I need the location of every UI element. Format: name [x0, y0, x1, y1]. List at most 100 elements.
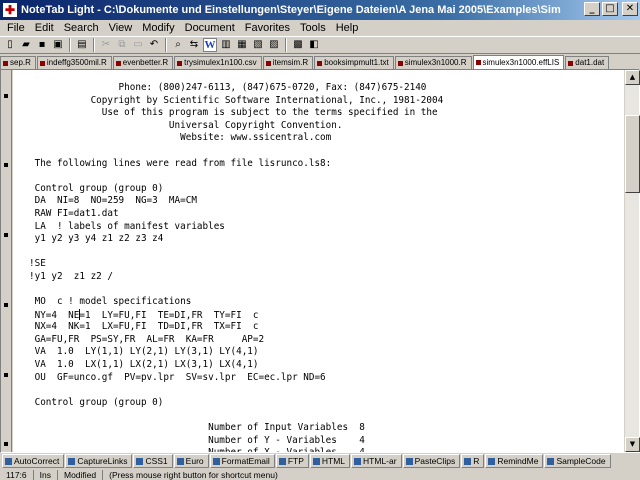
vertical-scrollbar[interactable]: ▲ ▼: [624, 70, 640, 452]
outline-icon[interactable]: ▦: [235, 38, 249, 52]
tab-document[interactable]: simulex3n1000.R: [394, 56, 472, 69]
clipbook-autocorrect[interactable]: AutoCorrect: [2, 454, 65, 468]
clipbook-label: CaptureLinks: [77, 456, 128, 466]
code-line[interactable]: Website: www.ssicentral.com: [29, 132, 625, 145]
clipbook-capturelinks[interactable]: CaptureLinks: [65, 454, 133, 468]
code-line[interactable]: OU GF=unco.gf PV=pv.lpr SV=sv.lpr EC=ec.…: [29, 372, 625, 385]
code-line[interactable]: DA NI=8 NO=259 NG=3 MA=CM: [29, 195, 625, 208]
menu-view[interactable]: View: [104, 21, 138, 35]
undo-icon[interactable]: ↶: [147, 38, 161, 52]
clipbook-label: SampleCode: [556, 456, 606, 466]
menu-tools[interactable]: Tools: [295, 21, 331, 35]
scroll-down-icon[interactable]: ▼: [625, 437, 640, 452]
code-line[interactable]: Copyright by Scientific Software Interna…: [29, 95, 625, 108]
clipbook-pasteclips[interactable]: PasteClips: [402, 454, 461, 468]
code-line[interactable]: LA ! labels of manifest variables: [29, 221, 625, 234]
menu-bar: File Edit Search View Modify Document Fa…: [0, 20, 640, 36]
copy-icon[interactable]: ⧉: [115, 38, 129, 52]
clipbook-html[interactable]: HTML: [309, 454, 351, 468]
clip-icon[interactable]: ▩: [291, 38, 305, 52]
code-line[interactable]: MO c ! model specifications: [29, 296, 625, 309]
tab-document[interactable]: trysimulex1n100.csv: [174, 56, 262, 69]
clipbook-r[interactable]: R: [461, 454, 485, 468]
html-icon[interactable]: ▧: [251, 38, 265, 52]
clipbook-euro[interactable]: Euro: [173, 454, 209, 468]
menu-favorites[interactable]: Favorites: [240, 21, 295, 35]
save-all-icon[interactable]: ▣: [51, 38, 65, 52]
title-bar[interactable]: ✚ NoteTab Light - C:\Dokumente und Einst…: [0, 0, 640, 20]
tab-document[interactable]: indeffg3500mil.R: [36, 56, 112, 69]
editor-gutter[interactable]: [1, 70, 12, 452]
new-icon[interactable]: ▯: [3, 38, 17, 52]
wordwrap-icon[interactable]: W: [203, 38, 217, 52]
find-icon[interactable]: ⌕: [171, 38, 185, 52]
tab-document[interactable]: itemsim.R: [262, 56, 314, 69]
document-icon: [397, 60, 403, 66]
spell-icon[interactable]: ▨: [267, 38, 281, 52]
tab-document[interactable]: sep.R: [0, 56, 36, 69]
code-line[interactable]: Control group (group 0): [29, 183, 625, 196]
clipbook-html-ar[interactable]: HTML-ar: [351, 454, 402, 468]
code-line[interactable]: Number of Input Variables 8: [29, 422, 625, 435]
menu-edit[interactable]: Edit: [30, 21, 59, 35]
code-line[interactable]: !y1 y2 z1 z2 /: [29, 271, 625, 284]
document-icon: [3, 60, 8, 66]
modified-indicator: Modified: [58, 469, 104, 480]
clipbook-formatemail[interactable]: FormatEmail: [209, 454, 275, 468]
replace-icon[interactable]: ⇆: [187, 38, 201, 52]
code-line[interactable]: [29, 384, 625, 397]
menu-modify[interactable]: Modify: [137, 21, 179, 35]
code-line[interactable]: GA=FU,FR PS=SY,FR AL=FR KA=FR AP=2: [29, 334, 625, 347]
text-editor[interactable]: Phone: (800)247-6113, (847)675-0720, Fax…: [13, 70, 625, 452]
code-line[interactable]: Number of X - Variables 4: [29, 447, 625, 452]
menu-file[interactable]: File: [2, 21, 30, 35]
clipbook-samplecode[interactable]: SampleCode: [544, 454, 611, 468]
clipbook-remindme[interactable]: RemindMe: [485, 454, 544, 468]
code-line[interactable]: [29, 246, 625, 259]
maximize-button[interactable]: □: [602, 2, 618, 16]
code-line[interactable]: Phone: (800)247-6113, (847)675-0720, Fax…: [29, 82, 625, 95]
tab-label: evenbetter.R: [122, 58, 169, 67]
close-button[interactable]: ✕: [622, 2, 638, 16]
code-line[interactable]: Control group (group 0): [29, 397, 625, 410]
cut-icon[interactable]: ✂: [99, 38, 113, 52]
scroll-up-icon[interactable]: ▲: [625, 70, 640, 85]
font-icon[interactable]: ◧: [307, 38, 321, 52]
code-line[interactable]: RAW FI=dat1.dat: [29, 208, 625, 221]
code-line[interactable]: NX=4 NK=1 LX=FU,FI TD=DI,FR TX=FI c: [29, 321, 625, 334]
menu-help[interactable]: Help: [331, 21, 364, 35]
notetab-app-icon[interactable]: ✚: [3, 3, 17, 17]
code-line[interactable]: Number of Y - Variables 4: [29, 435, 625, 448]
insert-mode[interactable]: Ins: [34, 469, 58, 480]
code-line[interactable]: Use of this program is subject to the te…: [29, 107, 625, 120]
clipbook-icon: [136, 457, 144, 465]
tab-document[interactable]: dat1.dat: [565, 56, 610, 69]
code-line[interactable]: VA 1.0 LX(1,1) LX(2,1) LX(3,1) LX(4,1): [29, 359, 625, 372]
scrollbar-thumb[interactable]: [625, 115, 640, 193]
code-line[interactable]: y1 y2 y3 y4 z1 z2 z3 z4: [29, 233, 625, 246]
code-line[interactable]: [29, 170, 625, 183]
paste-icon[interactable]: ▭: [131, 38, 145, 52]
clipbook-ftp[interactable]: FTP: [275, 454, 309, 468]
clipbook-icon: [212, 457, 220, 465]
menu-search[interactable]: Search: [59, 21, 104, 35]
print-icon[interactable]: ▤: [75, 38, 89, 52]
menu-document[interactable]: Document: [180, 21, 240, 35]
tab-document[interactable]: evenbetter.R: [112, 56, 174, 69]
save-icon[interactable]: ▪: [35, 38, 49, 52]
tab-document-active[interactable]: simulex3n1000.effLIS: [472, 55, 565, 69]
code-line[interactable]: VA 1.0 LY(1,1) LY(2,1) LY(3,1) LY(4,1): [29, 346, 625, 359]
code-line[interactable]: [29, 409, 625, 422]
code-line[interactable]: [29, 284, 625, 297]
clipbook-css1[interactable]: CSS1: [133, 454, 173, 468]
tab-document[interactable]: booksimpmult1.txt: [314, 56, 394, 69]
code-line[interactable]: !SE: [29, 258, 625, 271]
code-line[interactable]: The following lines were read from file …: [29, 158, 625, 171]
code-line[interactable]: [29, 145, 625, 158]
code-line[interactable]: NY=4 NE=1 LY=FU,FI TE=DI,FR TY=FI c: [29, 308, 625, 322]
ruler-icon[interactable]: ▥: [219, 38, 233, 52]
minimize-button[interactable]: _: [584, 2, 600, 16]
document-icon: [39, 60, 45, 66]
code-line[interactable]: Universal Copyright Convention.: [29, 120, 625, 133]
open-icon[interactable]: ▰: [19, 38, 33, 52]
